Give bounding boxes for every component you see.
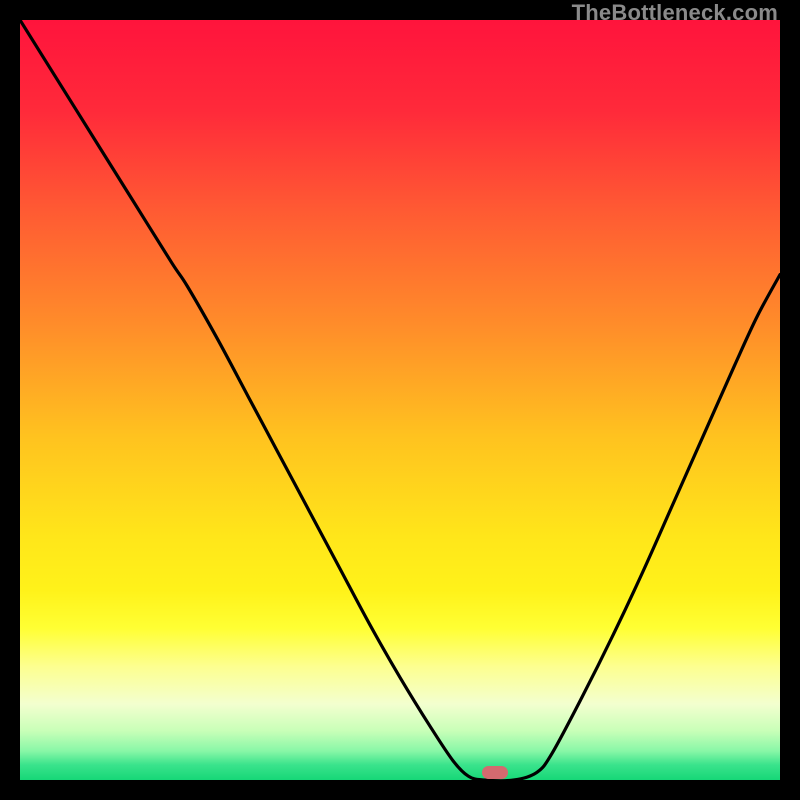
chart-frame: TheBottleneck.com: [0, 0, 800, 800]
watermark-text: TheBottleneck.com: [572, 0, 778, 26]
gradient-background: [20, 20, 780, 780]
optimum-marker: [482, 766, 508, 779]
bottleneck-chart: [20, 20, 780, 780]
